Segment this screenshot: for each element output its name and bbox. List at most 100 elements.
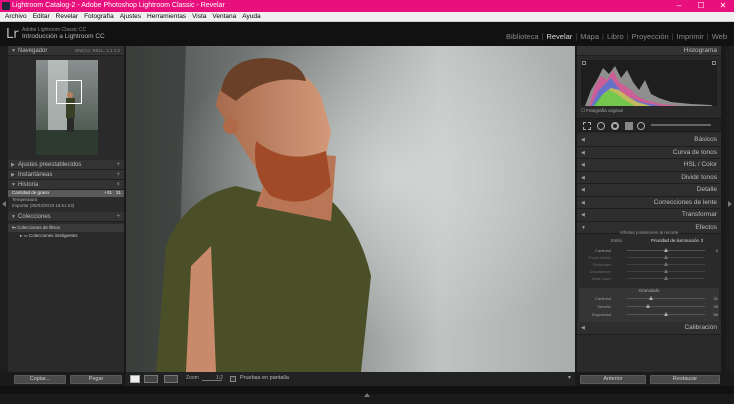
panel-detalle-title: Detalle	[696, 186, 717, 193]
histogram-title: Histograma	[683, 47, 717, 54]
close-button[interactable]: ✕	[712, 0, 734, 12]
vignette-slider-altas-luces[interactable]: Altas luces	[577, 275, 721, 282]
module-web[interactable]: Web	[709, 32, 730, 41]
proof-label: Pruebas en pantalla	[240, 375, 289, 381]
slider-value[interactable]: 50	[714, 312, 718, 317]
radial-filter-icon[interactable]	[637, 122, 645, 130]
slider-value[interactable]: 0	[716, 248, 718, 253]
history-step[interactable]: Cantidad de grano +31 31	[8, 190, 124, 197]
photo-canvas[interactable]	[126, 46, 575, 372]
panel-dividir-tonos[interactable]: ◀ Dividir tonos	[577, 171, 721, 184]
add-preset-icon[interactable]: +	[116, 160, 120, 170]
histogram-display[interactable]	[581, 60, 717, 106]
navigator-header[interactable]: ▼ Navegador ENCAJ. RELL. 1:1 1:2	[8, 46, 124, 56]
panel-hsl-color[interactable]: ◀ HSL / Color	[577, 159, 721, 172]
before-after-toggle-icon[interactable]	[164, 375, 178, 383]
panel-transformar[interactable]: ◀ Transformar	[577, 209, 721, 222]
menu-fotografia[interactable]: Fotografía	[81, 12, 117, 21]
left-panel-edge[interactable]	[0, 46, 8, 372]
slider-value[interactable]: 25	[714, 304, 718, 309]
minimize-button[interactable]: –	[668, 0, 690, 12]
menu-ayuda[interactable]: Ayuda	[239, 12, 263, 21]
history-step[interactable]: Importar (05/03/2019 16:51:23)	[8, 203, 124, 210]
original-photo-label[interactable]: ☐ Fotografía original	[581, 108, 623, 114]
reset-button[interactable]: Restaurar	[650, 375, 720, 384]
toolbar-menu-icon[interactable]: ▾	[568, 374, 571, 381]
history-header[interactable]: ▼ Historia ×	[8, 180, 124, 190]
menu-revelar[interactable]: Revelar	[53, 12, 81, 21]
menu-herramientas[interactable]: Herramientas	[144, 12, 189, 21]
grain-slider-rugosidad[interactable]: Rugosidad 50	[577, 311, 721, 318]
navigator-preview[interactable]	[36, 60, 98, 155]
expand-triangle-icon: ▶	[11, 162, 15, 168]
vignette-slider-desvanecer[interactable]: Desvanecer	[577, 268, 721, 275]
before-after-icon[interactable]	[144, 375, 158, 383]
histogram-header[interactable]: Histograma ▼	[577, 46, 721, 56]
copy-button[interactable]: Copiar...	[14, 375, 66, 384]
vignette-slider-cantidad[interactable]: Cantidad 0	[577, 247, 721, 254]
paste-button[interactable]: Pegar	[70, 375, 122, 384]
panel-detalle[interactable]: ◀ Detalle	[577, 184, 721, 197]
menu-ventana[interactable]: Ventana	[209, 12, 239, 21]
collapse-triangle-icon: ▼	[11, 48, 16, 54]
collections-header[interactable]: ▼ Colecciones +	[8, 211, 124, 222]
module-libro[interactable]: Libro	[604, 32, 627, 41]
navigator-title: Navegador	[18, 48, 48, 54]
module-mapa[interactable]: Mapa	[577, 32, 602, 41]
grain-slider-cantidad[interactable]: Cantidad 31	[577, 295, 721, 302]
navigator-view-box[interactable]	[56, 80, 82, 104]
history-step-label: Cantidad de grano	[12, 190, 50, 195]
snapshots-header[interactable]: ▶ Instantáneas +	[8, 170, 124, 180]
navigator-zoom-options[interactable]: ENCAJ. RELL. 1:1 1:2	[75, 46, 120, 56]
proof-checkbox[interactable]	[230, 376, 236, 382]
style-label: Estilo	[611, 238, 623, 243]
module-revelar[interactable]: Revelar	[543, 32, 575, 41]
zoom-value[interactable]: 1:2	[216, 375, 223, 381]
module-imprimir[interactable]: Imprimir	[674, 32, 707, 41]
window-title: Lightroom Catalog-2 - Adobe Photoshop Li…	[12, 2, 225, 9]
add-snapshot-icon[interactable]: +	[116, 170, 120, 180]
expand-triangle-icon: ◀	[581, 162, 585, 168]
view-toolbar: Zoom 1:2 Pruebas en pantalla ▾	[126, 372, 575, 386]
right-panel-edge[interactable]	[726, 46, 734, 372]
panel-correcciones-lente[interactable]: ◀ Correcciones de lente	[577, 196, 721, 209]
expand-triangle-icon: ▶	[11, 172, 15, 178]
panel-curva-tonos[interactable]: ◀ Curva de tonos	[577, 146, 721, 159]
panel-calibracion[interactable]: ◀ Calibración	[577, 322, 721, 335]
menu-ajustes[interactable]: Ajustes	[117, 12, 144, 21]
vignette-slider-punto-medio[interactable]: Punto medio	[577, 254, 721, 261]
vignette-slider-redondez[interactable]: Redondez	[577, 261, 721, 268]
shadow-clip-icon[interactable]	[582, 61, 586, 65]
previous-button[interactable]: Anterior	[580, 375, 646, 384]
collection-smart[interactable]: ▸ ▭ Colecciones inteligentes	[8, 232, 124, 240]
panel-basicos[interactable]: ◀ Básicos	[577, 134, 721, 147]
collection-set[interactable]: ▾▪ Colecciones de filtros	[8, 223, 124, 232]
identity-plate: Lr Adobe Lightroom Classic CC Introducci…	[0, 22, 734, 46]
menu-editar[interactable]: Editar	[30, 12, 53, 21]
highlight-clip-icon[interactable]	[712, 61, 716, 65]
history-list: Cantidad de grano +31 31 Temperatura Imp…	[8, 190, 124, 210]
module-proyeccion[interactable]: Proyección	[629, 32, 672, 41]
module-biblioteca[interactable]: Biblioteca	[503, 32, 542, 41]
catalog-name[interactable]: Introducción a Lightroom CC	[22, 33, 105, 40]
style-dropdown[interactable]: Prioridad de iluminación ⇕	[651, 238, 704, 244]
menu-bar: Archivo Editar Revelar Fotografía Ajuste…	[0, 12, 734, 22]
menu-vista[interactable]: Vista	[189, 12, 209, 21]
module-picker: Biblioteca | Revelar | Mapa | Libro | Proyec…	[503, 32, 730, 41]
crop-tool-icon[interactable]	[583, 122, 591, 130]
menu-archivo[interactable]: Archivo	[2, 12, 30, 21]
presets-header[interactable]: ▶ Ajustes preestablecidos +	[8, 160, 124, 170]
grain-slider-tamano[interactable]: Tamaño 25	[577, 303, 721, 310]
spot-removal-icon[interactable]	[597, 122, 605, 130]
graduated-filter-icon[interactable]	[625, 122, 633, 130]
loupe-view-icon[interactable]	[130, 375, 140, 383]
clear-history-icon[interactable]: ×	[116, 180, 120, 190]
add-collection-icon[interactable]: +	[116, 212, 120, 222]
maximize-button[interactable]: ☐	[690, 0, 712, 12]
expand-triangle-icon: ◀	[581, 187, 585, 193]
presets-title: Ajustes preestablecidos	[18, 162, 82, 168]
red-eye-icon[interactable]	[611, 122, 619, 130]
slider-value[interactable]: 31	[714, 296, 718, 301]
filmstrip-edge[interactable]	[0, 386, 734, 397]
adjustment-brush-icon[interactable]	[651, 124, 711, 126]
